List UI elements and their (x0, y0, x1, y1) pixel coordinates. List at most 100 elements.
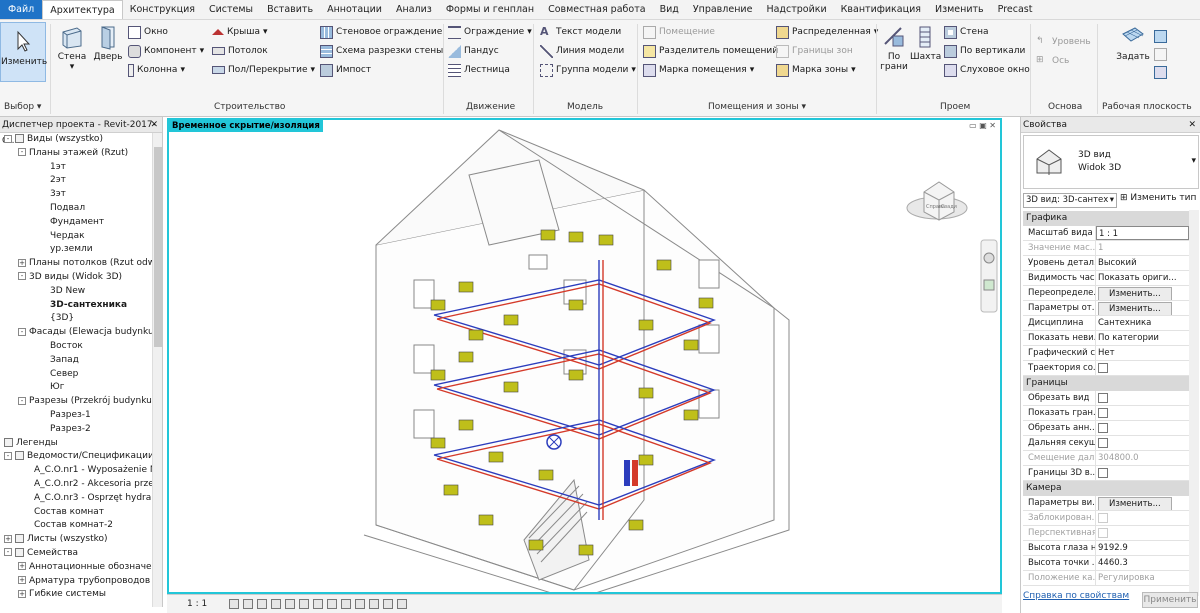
browser-node[interactable]: 3D-сантехника (0, 299, 162, 313)
tag-room-button[interactable]: Марка помещения ▾ (643, 62, 754, 78)
shadows-icon[interactable] (271, 599, 282, 609)
level-button[interactable]: ↰ Уровень (1036, 34, 1091, 50)
expand-icon[interactable]: + (18, 562, 26, 571)
ribbon-tab-13[interactable]: Изменить (928, 0, 991, 19)
checkbox[interactable] (1098, 363, 1108, 373)
property-value[interactable] (1096, 436, 1189, 450)
collapse-icon[interactable]: - (18, 272, 26, 281)
wall-button[interactable]: Стена ▾ (56, 24, 88, 72)
browser-node[interactable]: 2эт (0, 174, 162, 188)
view-scale[interactable]: 1 : 1 (187, 599, 207, 609)
property-group-extents[interactable]: Границы (1023, 376, 1189, 391)
property-value[interactable]: Регулировка (1096, 571, 1189, 585)
checkbox[interactable] (1098, 438, 1108, 448)
view-cube[interactable]: Справа Сзади (906, 181, 968, 221)
vertical-opening-button[interactable]: По вертикали (944, 43, 1025, 59)
detail-level-icon[interactable] (229, 599, 240, 609)
mullion-button[interactable]: Импост (320, 62, 371, 78)
render-icon[interactable] (285, 599, 296, 609)
property-value[interactable]: Сантехника (1096, 316, 1189, 330)
collapse-icon[interactable]: - (18, 396, 26, 405)
property-value[interactable] (1096, 466, 1189, 480)
property-row[interactable]: Показать неви... По категории (1023, 331, 1189, 346)
property-value[interactable]: Изменить... (1096, 496, 1189, 510)
ribbon-tab-0[interactable]: Файл (0, 0, 43, 19)
chevron-down-icon[interactable]: ▾ (1191, 156, 1196, 166)
grid-button[interactable]: ⊞ Ось (1036, 53, 1069, 69)
ribbon-tab-2[interactable]: Конструкция (123, 0, 202, 19)
property-value[interactable] (1096, 526, 1189, 540)
browser-node[interactable]: 1эт (0, 161, 162, 175)
property-value[interactable]: Высокий (1096, 256, 1189, 270)
edit-button[interactable]: Изменить... (1098, 287, 1172, 300)
property-value[interactable]: Показать ориги... (1096, 271, 1189, 285)
browser-node[interactable]: - Планы этажей (Rzut) (0, 147, 162, 161)
property-row[interactable]: Положение ка... Регулировка (1023, 571, 1189, 586)
property-group-graphics[interactable]: Графика (1023, 211, 1189, 226)
browser-node[interactable]: + Планы потолков (Rzut odw (0, 257, 162, 271)
apply-button[interactable]: Применить (1142, 592, 1198, 608)
browser-node[interactable]: 3D New (0, 285, 162, 299)
collapse-icon[interactable]: - (4, 134, 12, 143)
collapse-icon[interactable]: - (18, 148, 26, 157)
property-row[interactable]: Показать гран... (1023, 406, 1189, 421)
edit-type-button[interactable]: ⊞ Изменить тип (1120, 193, 1196, 203)
property-value[interactable]: Изменить... (1096, 301, 1189, 315)
browser-node[interactable]: Легенды (0, 437, 162, 451)
scrollbar-thumb[interactable] (154, 147, 162, 347)
property-value[interactable]: 1 (1096, 241, 1189, 255)
property-value[interactable]: 4460.3 (1096, 556, 1189, 570)
browser-node[interactable]: {3D} (0, 312, 162, 326)
lock-view-icon[interactable] (327, 599, 338, 609)
browser-node[interactable]: Чердак (0, 230, 162, 244)
crop-view-icon[interactable] (299, 599, 310, 609)
browser-node[interactable]: - Ведомости/Спецификации (0, 450, 162, 464)
property-value[interactable] (1096, 421, 1189, 435)
property-row[interactable]: Обрезать вид (1023, 391, 1189, 406)
property-value[interactable]: Изменить... (1096, 286, 1189, 300)
stair-button[interactable]: Лестница (448, 62, 510, 78)
viewer-icon[interactable] (1154, 64, 1167, 80)
view-cube-back-label[interactable]: Сзади (941, 204, 957, 210)
show-workplane-icon[interactable] (1154, 28, 1167, 44)
curtain-grid-button[interactable]: Схема разрезки стены (320, 43, 443, 59)
property-value[interactable]: 1 : 1 (1096, 226, 1189, 240)
expand-icon[interactable]: + (4, 534, 12, 543)
properties-scrollbar[interactable] (1189, 210, 1199, 596)
browser-node[interactable]: Подвал (0, 202, 162, 216)
sun-path-icon[interactable] (257, 599, 268, 609)
property-row[interactable]: Перспективная (1023, 526, 1189, 541)
property-row[interactable]: Масштаб вида 1 : 1 (1023, 226, 1189, 241)
ceiling-button[interactable]: Потолок (212, 43, 268, 59)
reveal-hidden-icon[interactable] (355, 599, 366, 609)
ribbon-tab-3[interactable]: Системы (202, 0, 260, 19)
browser-node[interactable]: ур.земли (0, 243, 162, 257)
browser-node[interactable]: Фундамент (0, 216, 162, 230)
browser-node[interactable]: A_C.O.nr1 - Wyposażenie M (0, 464, 162, 478)
property-row[interactable]: Графический с... Нет (1023, 346, 1189, 361)
expand-icon[interactable]: + (18, 589, 26, 598)
checkbox[interactable] (1098, 393, 1108, 403)
shaft-button[interactable]: Шахта (910, 24, 941, 62)
railing-button[interactable]: Ограждение ▾ (448, 24, 532, 40)
property-value[interactable] (1096, 406, 1189, 420)
collapse-icon[interactable]: - (4, 451, 12, 460)
property-row[interactable]: Переопределе... Изменить... (1023, 286, 1189, 301)
browser-node[interactable]: Восток (0, 340, 162, 354)
property-row[interactable]: Значение мас... 1 (1023, 241, 1189, 256)
set-workplane-button[interactable]: Задать (1114, 24, 1152, 62)
property-row[interactable]: Дальняя секущ... (1023, 436, 1189, 451)
browser-node[interactable]: - Семейства (0, 547, 162, 561)
modify-button[interactable]: Изменить (0, 22, 47, 82)
property-row[interactable]: Траектория со... (1023, 361, 1189, 376)
checkbox[interactable] (1098, 423, 1108, 433)
room-panel-label[interactable]: Помещения и зоны ▾ (708, 102, 806, 112)
3d-viewport[interactable]: Временное скрытие/изоляция ▭ ▣ ✕ Справа … (167, 118, 1002, 594)
browser-node[interactable]: A_C.O.nr2 - Akcesoria przew (0, 478, 162, 492)
instance-selector[interactable]: 3D вид: 3D-сантех ▾ (1023, 193, 1117, 208)
area-button[interactable]: Распределенная ▾ (776, 24, 878, 40)
browser-node[interactable]: - Фасады (Elewacja budynku (0, 326, 162, 340)
curtain-wall-button[interactable]: Стеновое ограждение (320, 24, 442, 40)
hide-isolate-icon[interactable] (341, 599, 352, 609)
browser-node[interactable]: - Разрезы (Przekrój budynku (0, 395, 162, 409)
